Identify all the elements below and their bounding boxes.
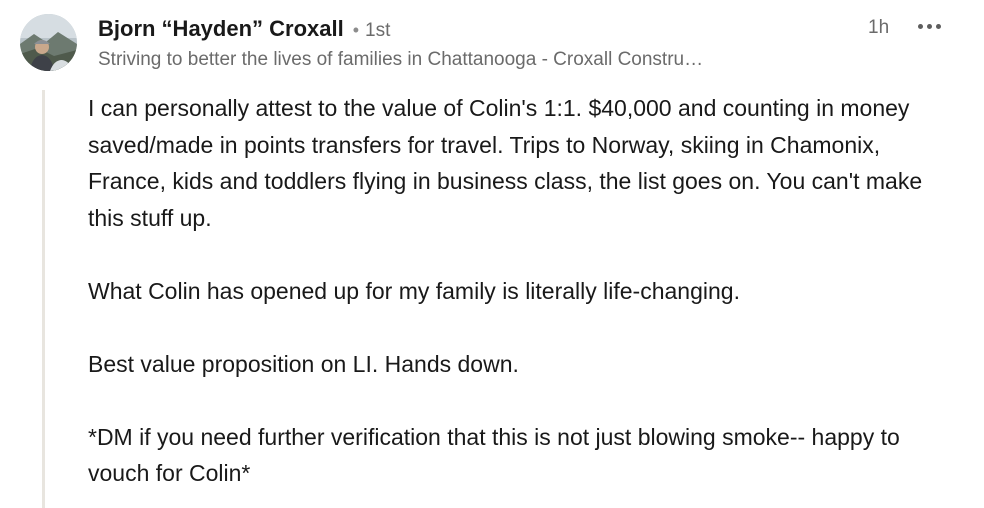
comment-paragraph: I can personally attest to the value of … <box>88 95 923 231</box>
comment-paragraph: *DM if you need further verification tha… <box>88 423 900 487</box>
author-name[interactable]: Bjorn “Hayden” Croxall <box>98 14 344 44</box>
connection-degree: 1st <box>365 20 391 41</box>
comment-timestamp: 1h <box>868 17 890 38</box>
comment-header: Bjorn “Hayden” Croxall • 1st Striving to… <box>98 14 958 74</box>
thread-line <box>42 90 45 508</box>
comment-card: Bjorn “Hayden” Croxall • 1st Striving to… <box>0 0 984 508</box>
profile-photo-image <box>20 14 77 71</box>
separator-dot: • <box>352 20 360 40</box>
ellipsis-icon-dot <box>926 23 932 29</box>
avatar[interactable] <box>20 14 77 71</box>
comment-paragraph: Best value proposition on LI. Hands down… <box>88 350 519 377</box>
author-headline: Striving to better the lives of families… <box>98 49 704 70</box>
comment-paragraph: What Colin has opened up for my family i… <box>88 277 740 304</box>
comment-body: I can personally attest to the value of … <box>88 90 958 492</box>
more-options-button[interactable] <box>912 14 946 38</box>
ellipsis-icon-dot <box>935 23 941 29</box>
name-row: Bjorn “Hayden” Croxall • 1st <box>98 14 958 44</box>
ellipsis-icon-dot <box>917 23 923 29</box>
